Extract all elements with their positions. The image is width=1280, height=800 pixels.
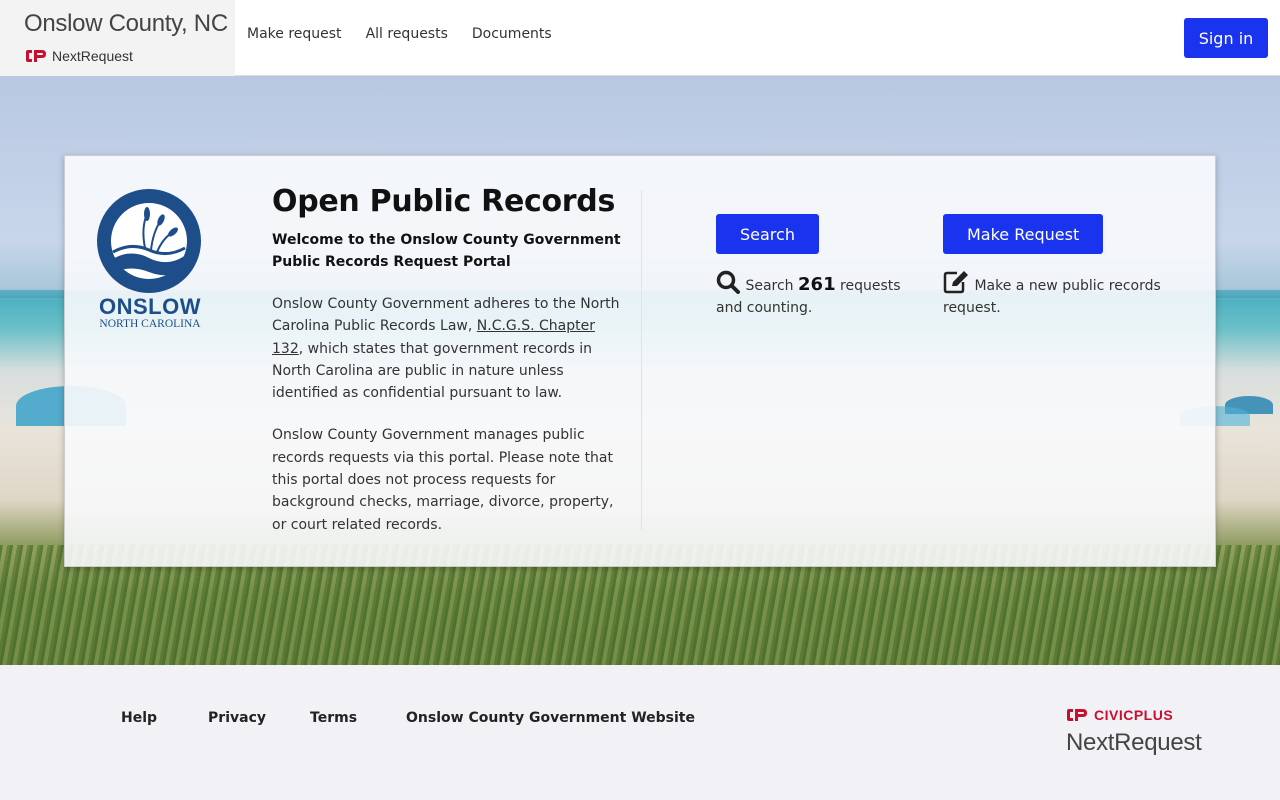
logo-county-name: ONSLOW [99, 294, 201, 319]
footer-link-help[interactable]: Help [121, 710, 157, 726]
civicplus-logo-icon [1067, 709, 1087, 721]
intro-paragraph-2: Onslow County Government manages public … [272, 427, 614, 533]
intro-section: Open Public Records Welcome to the Onslo… [272, 184, 622, 556]
footer-links: Help Privacy Terms Onslow County Governm… [121, 710, 746, 726]
search-description: Search 261 requests and counting. [716, 270, 911, 319]
footer-link-privacy[interactable]: Privacy [208, 710, 266, 726]
nav-all-requests[interactable]: All requests [366, 26, 448, 42]
logo-state-name: NORTH CAROLINA [99, 318, 201, 330]
make-request-desc-text: Make a new public records request. [943, 278, 1161, 316]
welcome-text: Welcome to the Onslow County Government … [272, 232, 621, 270]
civicplus-logo-icon [26, 50, 46, 62]
brand-product: NextRequest [52, 48, 133, 64]
search-desc-start: Search [745, 278, 799, 294]
intro-paragraph-1: Onslow County Government adheres to the … [272, 293, 622, 404]
sign-in-button[interactable]: Sign in [1184, 18, 1268, 58]
para1-text-end: , which states that government records i… [272, 340, 592, 402]
edit-icon [943, 271, 968, 294]
brand-title[interactable]: Onslow County, NC [24, 10, 228, 38]
onslow-seal-icon [97, 189, 201, 293]
search-button[interactable]: Search [716, 214, 819, 254]
make-request-description: Make a new public records request. [943, 270, 1183, 319]
civicplus-text: CIVICPLUS [1094, 707, 1174, 723]
make-request-button[interactable]: Make Request [943, 214, 1104, 254]
main-nav: Make request All requests Documents [247, 26, 552, 42]
footer: Help Privacy Terms Onslow County Governm… [0, 665, 1280, 800]
nav-make-request[interactable]: Make request [247, 26, 342, 42]
footer-civicplus-logo[interactable]: CIVICPLUS NextRequest [1066, 707, 1202, 757]
nav-documents[interactable]: Documents [472, 26, 552, 42]
nextrequest-wordmark: NextRequest [1066, 729, 1202, 756]
civicplus-wordmark: CIVICPLUS [1066, 707, 1201, 723]
brand-subtitle: NextRequest [25, 48, 133, 64]
portal-card: ONSLOW NORTH CAROLINA Open Public Record… [64, 155, 1216, 567]
search-column: Search Search 261 requests and counting. [716, 214, 911, 319]
page-title: Open Public Records [272, 184, 616, 219]
section-divider [641, 190, 642, 530]
footer-link-terms[interactable]: Terms [310, 710, 357, 726]
footer-link-county-website[interactable]: Onslow County Government Website [406, 710, 695, 726]
onslow-logo: ONSLOW NORTH CAROLINA [95, 188, 203, 330]
search-icon [716, 270, 740, 294]
top-header: Onslow County, NC NextRequest Make reque… [0, 0, 1280, 76]
request-count: 261 [798, 274, 836, 295]
brand-block[interactable]: Onslow County, NC NextRequest [0, 0, 235, 76]
make-request-column: Make Request Make a new public records r… [943, 214, 1183, 319]
